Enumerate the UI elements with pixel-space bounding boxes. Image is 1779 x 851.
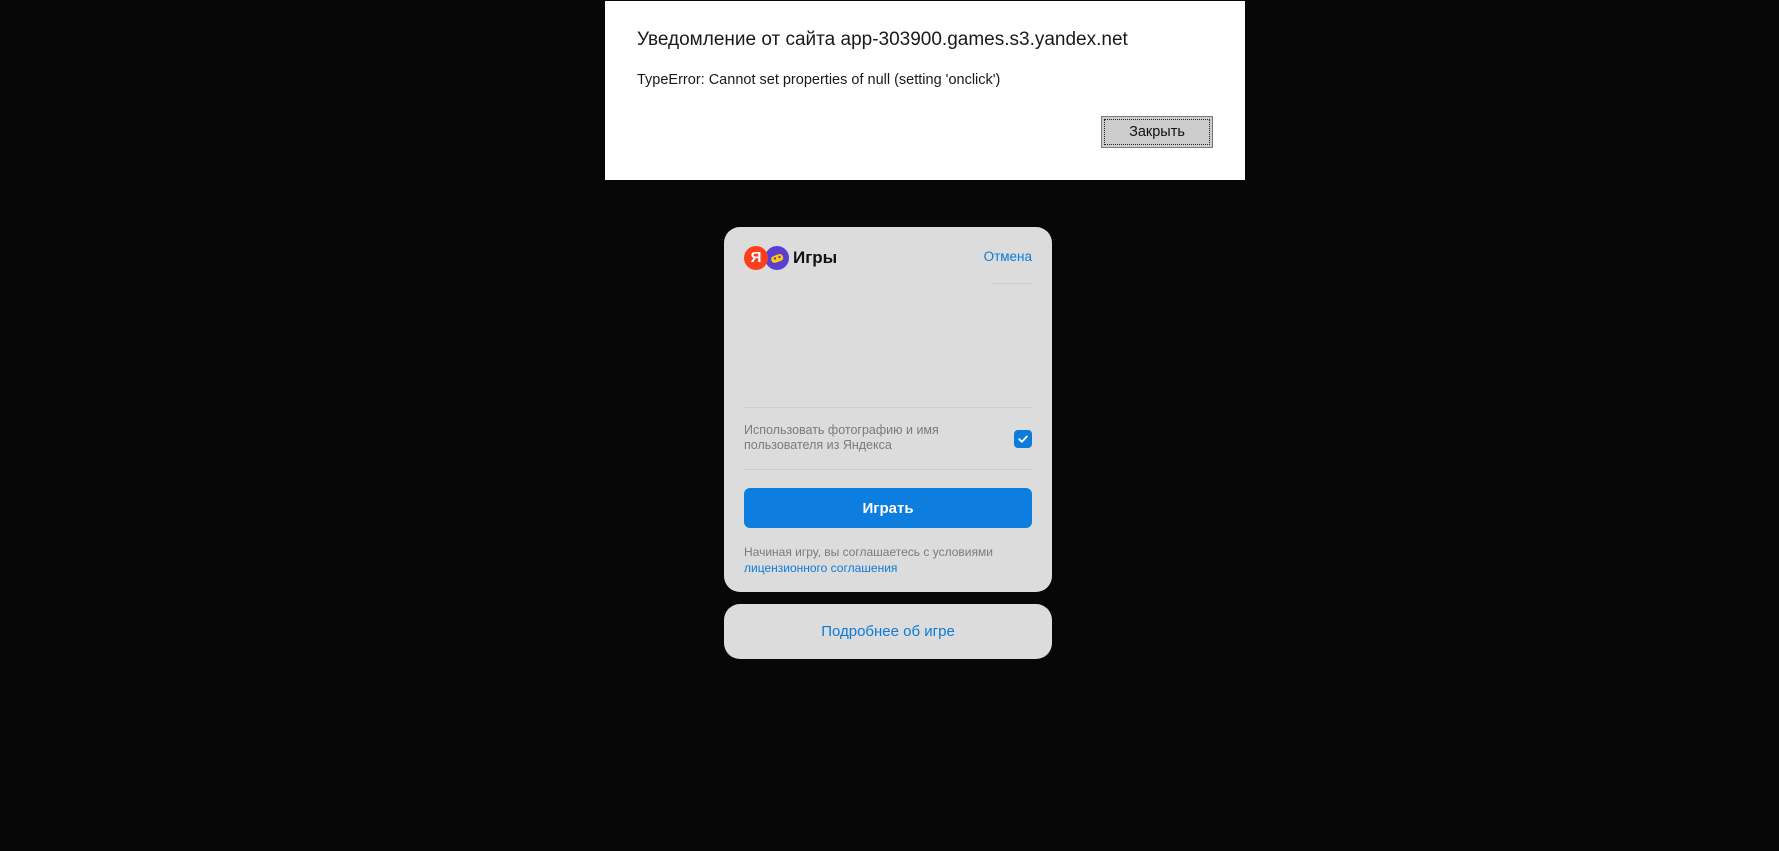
- divider: [744, 469, 1032, 470]
- more-about-game-label: Подробнее об игре: [821, 623, 955, 640]
- terms-prefix: Начиная игру, вы соглашаетесь с условиям…: [744, 545, 993, 559]
- brand-logo: Я Игры: [744, 246, 837, 270]
- browser-alert-dialog: Уведомление от сайта app-303900.games.s3…: [605, 1, 1245, 180]
- games-logo-icon: [765, 246, 789, 270]
- consent-checkbox[interactable]: [1014, 430, 1032, 448]
- checkmark-icon: [1018, 435, 1028, 443]
- yandex-logo-icon: Я: [744, 246, 768, 270]
- play-button[interactable]: Играть: [744, 488, 1032, 528]
- terms-text: Начиная игру, вы соглашаетесь с условиям…: [744, 544, 1034, 576]
- license-agreement-link[interactable]: лицензионного соглашения: [744, 561, 897, 575]
- alert-title: Уведомление от сайта app-303900.games.s3…: [637, 29, 1128, 50]
- header-divider: [992, 283, 1032, 284]
- login-card: Я Игры Отмена Использовать фотографию и …: [724, 227, 1052, 592]
- cancel-link[interactable]: Отмена: [984, 249, 1032, 264]
- alert-message: TypeError: Cannot set properties of null…: [637, 72, 1001, 88]
- consent-label: Использовать фотографию и имя пользовате…: [744, 423, 939, 452]
- alert-close-button[interactable]: Закрыть: [1101, 116, 1213, 148]
- divider: [744, 407, 1032, 408]
- brand-name: Игры: [793, 248, 838, 267]
- more-about-game-button[interactable]: Подробнее об игре: [724, 604, 1052, 659]
